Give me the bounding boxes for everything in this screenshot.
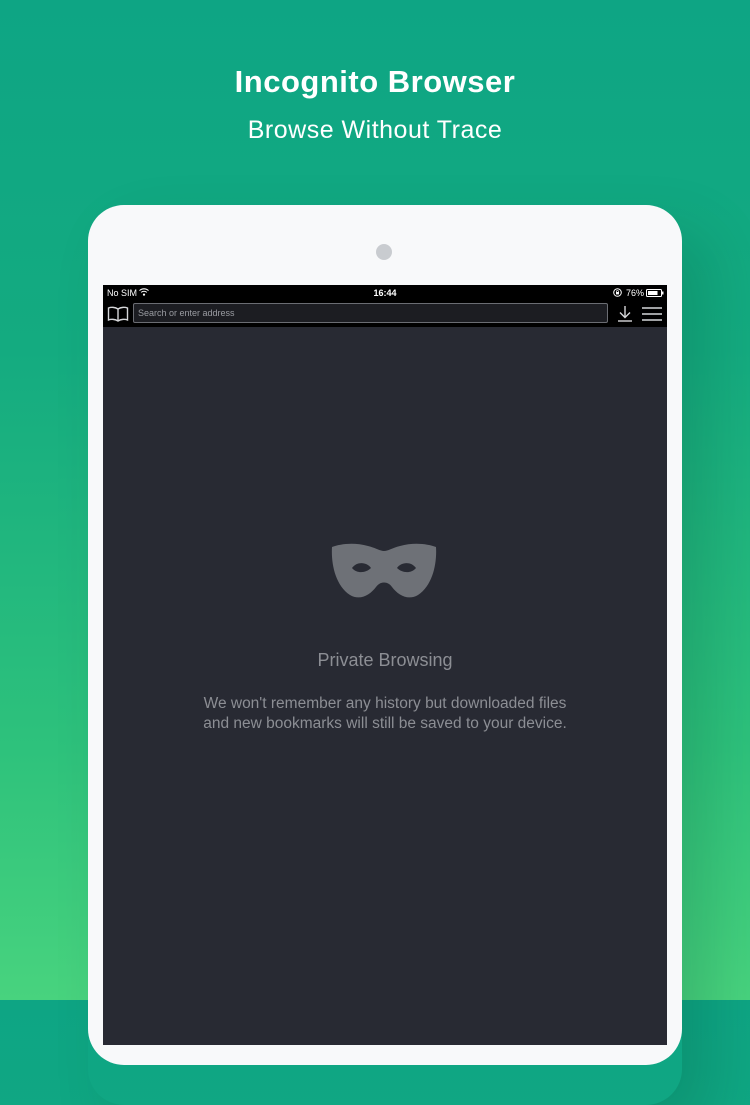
description-line: We won't remember any history but downlo… <box>203 695 567 712</box>
status-bar: No SIM 16:44 76% <box>103 285 667 301</box>
promo-subtitle: Browse Without Trace <box>247 116 503 144</box>
browser-toolbar <box>103 301 667 327</box>
battery-icon <box>646 289 664 297</box>
front-camera <box>376 244 392 260</box>
tablet-frame: No SIM 16:44 76% Search or enter address… <box>88 205 682 1065</box>
browser-screen: No SIM 16:44 76% Search or enter address… <box>103 285 667 1045</box>
address-bar[interactable] <box>133 303 608 323</box>
battery-percentage: 76% <box>626 288 645 298</box>
rotation-lock-icon <box>613 288 622 297</box>
download-icon[interactable] <box>616 305 634 323</box>
private-browsing-title: Private Browsing <box>317 650 453 670</box>
promo-title: Incognito Browser <box>234 64 516 99</box>
mask-icon <box>331 543 437 598</box>
description-line: and new bookmarks will still be saved to… <box>203 715 567 732</box>
menu-icon[interactable] <box>641 306 663 322</box>
status-time: 16:44 <box>373 288 397 298</box>
bookmarks-icon[interactable] <box>107 306 129 322</box>
private-browsing-description: We won't remember any history but downlo… <box>103 694 667 734</box>
